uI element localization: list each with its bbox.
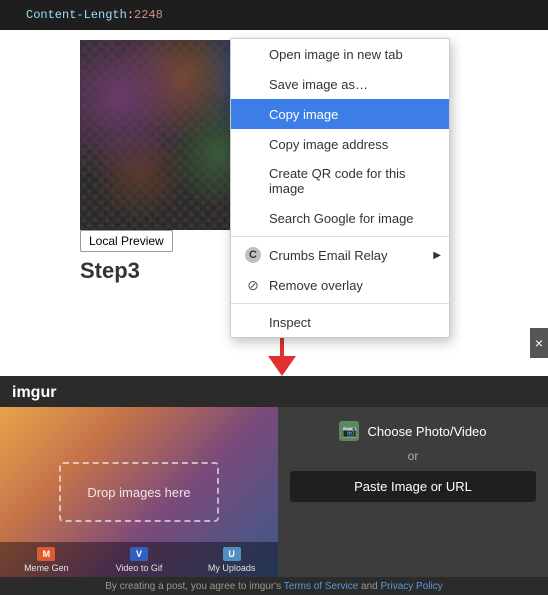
paste-button[interactable]: Paste Image or URL (290, 471, 536, 502)
imgur-left-panel: Drop images here M Meme Gen V Video to G… (0, 407, 278, 577)
code-separator: : (127, 8, 134, 22)
choose-photo-button[interactable]: 📷 Choose Photo/Video (290, 421, 536, 441)
context-menu: Open image in new tab Save image as… Cop… (230, 38, 450, 338)
menu-icon-google (245, 210, 261, 226)
code-section: Content-Length : 2248 (0, 0, 548, 30)
menu-icon-copy-address (245, 136, 261, 152)
code-property: Content-Length (26, 8, 127, 22)
choose-photo-label: Choose Photo/Video (367, 424, 486, 439)
menu-divider-1 (231, 236, 449, 237)
menu-label-create-qr: Create QR code for this image (269, 166, 435, 196)
menu-icon-open (245, 46, 261, 62)
menu-label-crumbs: Crumbs Email Relay (269, 248, 435, 263)
menu-item-copy-address[interactable]: Copy image address (231, 129, 449, 159)
menu-label-save-image: Save image as… (269, 77, 435, 92)
menu-item-copy-image[interactable]: Copy image (231, 99, 449, 129)
drop-zone-text: Drop images here (87, 485, 190, 500)
crumbs-chevron: ▶ (433, 250, 441, 261)
imgur-right-panel: 📷 Choose Photo/Video or Paste Image or U… (278, 407, 548, 577)
imgur-bottom-icons: M Meme Gen V Video to Gif U My Uploads (0, 542, 278, 577)
local-preview-button[interactable]: Local Preview (80, 230, 173, 252)
menu-item-create-qr[interactable]: Create QR code for this image (231, 159, 449, 203)
my-uploads-label: My Uploads (208, 563, 256, 573)
remove-overlay-icon: ⊘ (245, 277, 261, 293)
code-value: 2248 (134, 8, 163, 22)
video-to-gif-label: Video to Gif (116, 563, 163, 573)
step-heading: Step3 (80, 258, 140, 284)
imgur-section: imgur Drop images here M Meme Gen V Vide… (0, 376, 548, 586)
my-uploads-button[interactable]: U My Uploads (185, 542, 278, 577)
drop-zone[interactable]: Drop images here (59, 462, 219, 522)
menu-label-search-google: Search Google for image (269, 211, 435, 226)
menu-label-copy-image: Copy image (269, 107, 435, 122)
imgur-brand: imgur (0, 376, 548, 407)
menu-item-open-new-tab[interactable]: Open image in new tab (231, 39, 449, 69)
footer-text-prefix: By creating a post, you agree to imgur's (105, 581, 284, 592)
menu-icon-copy (245, 106, 261, 122)
menu-item-search-google[interactable]: Search Google for image (231, 203, 449, 233)
meme-gen-button[interactable]: M Meme Gen (0, 542, 93, 577)
arrow-head (268, 356, 296, 376)
meme-gen-label: Meme Gen (24, 563, 69, 573)
menu-icon-qr (245, 173, 261, 189)
inspect-icon (245, 314, 261, 330)
imgur-footer: By creating a post, you agree to imgur's… (0, 577, 548, 595)
menu-label-remove-overlay: Remove overlay (269, 278, 435, 293)
my-uploads-icon: U (223, 547, 241, 561)
or-divider: or (408, 449, 419, 463)
close-button[interactable]: × (530, 328, 548, 358)
crumbs-icon: C (245, 247, 261, 263)
imgur-content: Drop images here M Meme Gen V Video to G… (0, 407, 548, 577)
menu-item-remove-overlay[interactable]: ⊘ Remove overlay (231, 270, 449, 300)
menu-icon-save (245, 76, 261, 92)
video-to-gif-button[interactable]: V Video to Gif (93, 542, 186, 577)
footer-privacy-link[interactable]: Privacy Policy (380, 581, 442, 592)
menu-item-inspect[interactable]: Inspect (231, 307, 449, 337)
video-to-gif-icon: V (130, 547, 148, 561)
photo-icon: 📷 (339, 421, 359, 441)
menu-divider-2 (231, 303, 449, 304)
menu-label-open-new-tab: Open image in new tab (269, 47, 435, 62)
menu-item-save-image[interactable]: Save image as… (231, 69, 449, 99)
meme-gen-icon: M (37, 547, 55, 561)
menu-label-inspect: Inspect (269, 315, 435, 330)
footer-tos-link[interactable]: Terms of Service (284, 581, 358, 592)
footer-and: and (358, 581, 380, 592)
menu-label-copy-address: Copy image address (269, 137, 435, 152)
menu-item-crumbs[interactable]: C Crumbs Email Relay ▶ (231, 240, 449, 270)
